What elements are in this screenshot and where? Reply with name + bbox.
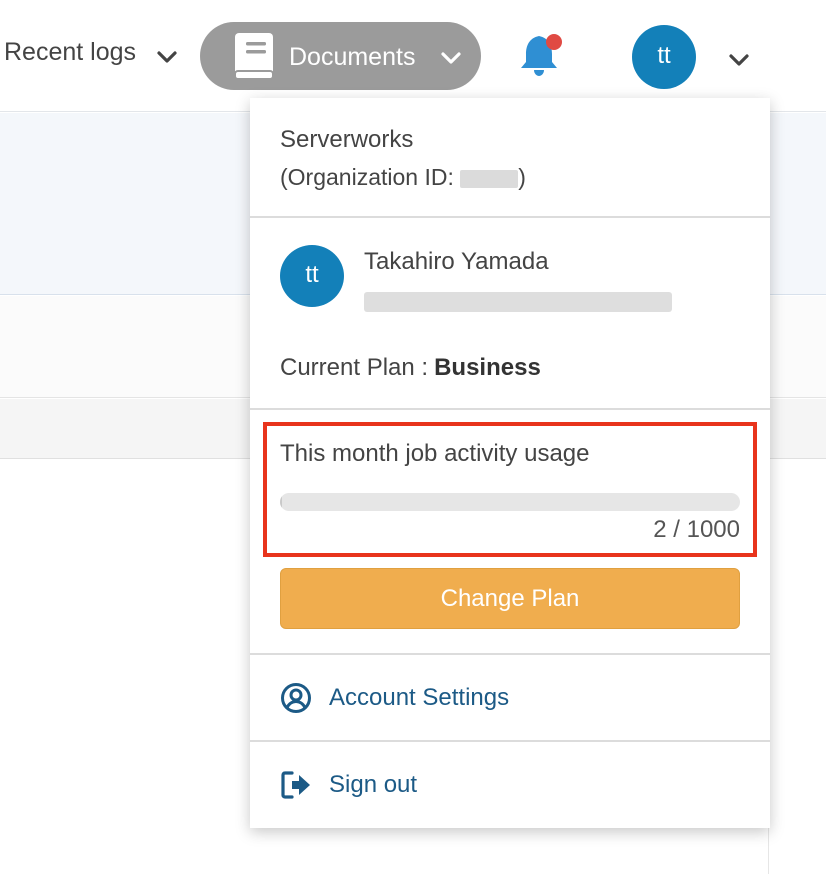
usage-title: This month job activity usage	[280, 440, 590, 467]
user-circle-icon	[281, 683, 311, 713]
organization-name: Serverworks	[280, 126, 414, 153]
account-settings-label: Account Settings	[329, 684, 510, 711]
top-navigation-bar: Recent logs Documents tt	[0, 0, 826, 112]
usage-count: 2 / 1000	[653, 516, 740, 543]
user-avatar-button[interactable]: tt	[632, 25, 696, 89]
current-plan: Current Plan : Business	[280, 354, 541, 382]
account-settings-link[interactable]: Account Settings	[280, 678, 740, 718]
user-dropdown-menu: Serverworks (Organization ID: ) tt Takah…	[250, 98, 770, 828]
avatar: tt	[280, 245, 344, 307]
usage-progress-bar	[280, 493, 740, 511]
documents-button[interactable]: Documents	[200, 22, 481, 90]
change-plan-button[interactable]: Change Plan	[280, 568, 740, 629]
divider	[250, 653, 770, 655]
divider	[250, 740, 770, 742]
book-icon	[234, 33, 274, 80]
plan-value: Business	[434, 354, 541, 381]
chevron-down-icon[interactable]	[156, 46, 178, 68]
divider	[250, 216, 770, 218]
user-email-redacted	[364, 292, 672, 312]
chevron-down-icon[interactable]	[728, 49, 750, 71]
user-name: Takahiro Yamada	[364, 248, 549, 275]
app-page: Recent logs Documents tt Serverworks (Or…	[0, 0, 826, 874]
chevron-down-icon	[441, 52, 461, 64]
sign-out-icon	[281, 771, 310, 799]
organization-id-redacted	[460, 169, 519, 188]
divider	[250, 408, 770, 410]
plan-label: Current Plan :	[280, 354, 429, 381]
sign-out-label: Sign out	[329, 771, 418, 798]
organization-id: (Organization ID: )	[280, 164, 526, 190]
notification-dot	[546, 34, 562, 50]
notification-bell-icon[interactable]	[517, 30, 567, 80]
recent-logs-menu[interactable]: Recent logs	[4, 38, 136, 67]
sign-out-link[interactable]: Sign out	[280, 765, 740, 805]
documents-label: Documents	[289, 43, 416, 71]
